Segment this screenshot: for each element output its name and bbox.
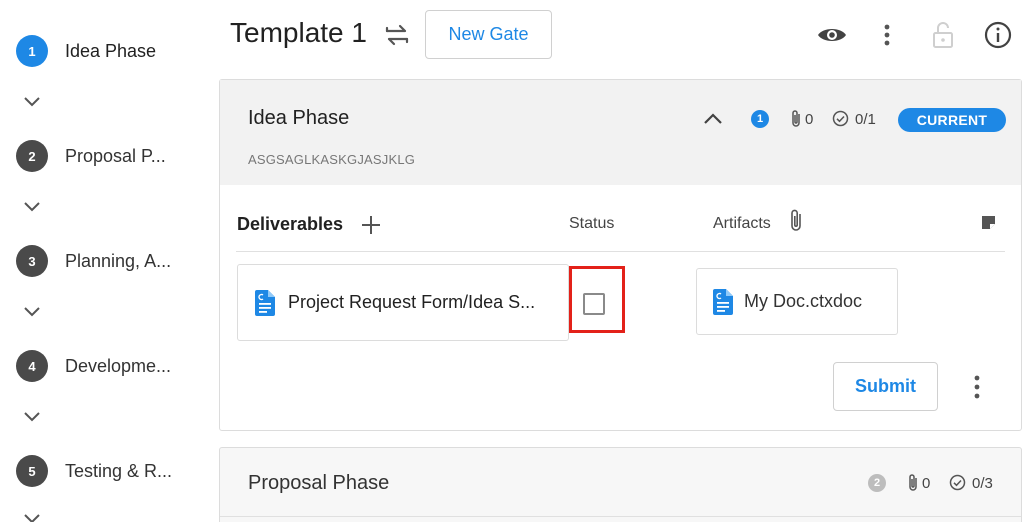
step-number: 2 bbox=[16, 140, 48, 172]
page-title: Template 1 bbox=[230, 17, 367, 48]
document-icon bbox=[713, 288, 733, 315]
checks-count: 0/3 bbox=[972, 475, 993, 492]
eye-icon[interactable] bbox=[815, 18, 849, 52]
paperclip-icon bbox=[909, 474, 917, 491]
step-number: 4 bbox=[16, 350, 48, 382]
sidebar-step-1[interactable]: 1 Idea Phase bbox=[16, 35, 156, 67]
check-circle-icon bbox=[832, 110, 849, 127]
artifact-name: My Doc.ctxdoc bbox=[744, 291, 863, 311]
attachments-count: 0 bbox=[805, 111, 814, 128]
attachments-count: 0 bbox=[922, 475, 931, 492]
chevron-down-icon[interactable] bbox=[22, 199, 42, 213]
phase-sidebar: 1 Idea Phase 2 Proposal P... 3 Planning,… bbox=[0, 0, 210, 522]
chevron-up-icon[interactable] bbox=[702, 110, 724, 128]
phase-subtitle: ASGSAGLKASKGJASJKLG bbox=[248, 152, 416, 167]
step-badge: 1 bbox=[751, 110, 769, 128]
paperclip-icon[interactable] bbox=[789, 208, 804, 234]
step-number: 5 bbox=[16, 455, 48, 487]
document-icon bbox=[255, 289, 275, 316]
step-number: 3 bbox=[16, 245, 48, 277]
check-circle-icon bbox=[949, 474, 966, 491]
info-icon[interactable] bbox=[981, 18, 1015, 52]
submit-button[interactable]: Submit bbox=[833, 362, 938, 411]
status-badge: CURRENT bbox=[898, 108, 1006, 132]
deliverable-name: Project Request Form/Idea S... bbox=[288, 292, 536, 312]
step-badge: 2 bbox=[868, 474, 886, 492]
divider bbox=[220, 516, 1021, 517]
more-vert-icon[interactable] bbox=[870, 18, 904, 52]
sidebar-step-3[interactable]: 3 Planning, A... bbox=[16, 245, 171, 277]
phase-card-next[interactable]: Proposal Phase 2 0 0/3 bbox=[219, 447, 1022, 522]
step-number: 1 bbox=[16, 35, 48, 67]
artifact-item[interactable]: My Doc.ctxdoc bbox=[696, 268, 898, 335]
sidebar-step-4[interactable]: 4 Developme... bbox=[16, 350, 171, 382]
add-icon[interactable] bbox=[360, 214, 382, 236]
phase-title: Proposal Phase bbox=[248, 472, 390, 494]
note-icon[interactable] bbox=[981, 215, 996, 230]
checks-count: 0/1 bbox=[855, 111, 876, 128]
swap-icon[interactable] bbox=[382, 20, 412, 50]
chevron-down-icon[interactable] bbox=[22, 94, 42, 108]
sidebar-step-5[interactable]: 5 Testing & R... bbox=[16, 455, 172, 487]
step-label: Proposal P... bbox=[65, 145, 166, 166]
status-checkbox[interactable] bbox=[583, 293, 605, 315]
sidebar-step-2[interactable]: 2 Proposal P... bbox=[16, 140, 166, 172]
artifacts-heading: Artifacts bbox=[713, 215, 771, 232]
phase-header[interactable]: Idea Phase ASGSAGLKASKGJASJKLG 1 0 0/1 C… bbox=[220, 80, 1021, 185]
phase-title: Idea Phase bbox=[248, 107, 350, 129]
paperclip-icon bbox=[792, 110, 800, 127]
lock-open-icon bbox=[926, 18, 960, 52]
more-vert-icon[interactable] bbox=[973, 374, 981, 400]
deliverables-heading: Deliverables bbox=[237, 214, 344, 234]
new-gate-button[interactable]: New Gate bbox=[425, 10, 552, 59]
step-label: Testing & R... bbox=[65, 460, 173, 481]
status-heading: Status bbox=[569, 215, 615, 232]
step-label: Developme... bbox=[65, 355, 172, 376]
step-label: Idea Phase bbox=[65, 40, 157, 61]
step-label: Planning, A... bbox=[65, 250, 172, 271]
deliverable-item[interactable]: Project Request Form/Idea S... bbox=[237, 264, 569, 341]
phase-card-current: Idea Phase ASGSAGLKASKGJASJKLG 1 0 0/1 C… bbox=[219, 79, 1022, 431]
chevron-down-icon[interactable] bbox=[22, 409, 42, 423]
chevron-down-icon[interactable] bbox=[22, 304, 42, 318]
chevron-down-icon[interactable] bbox=[22, 511, 42, 522]
divider bbox=[236, 251, 1005, 252]
